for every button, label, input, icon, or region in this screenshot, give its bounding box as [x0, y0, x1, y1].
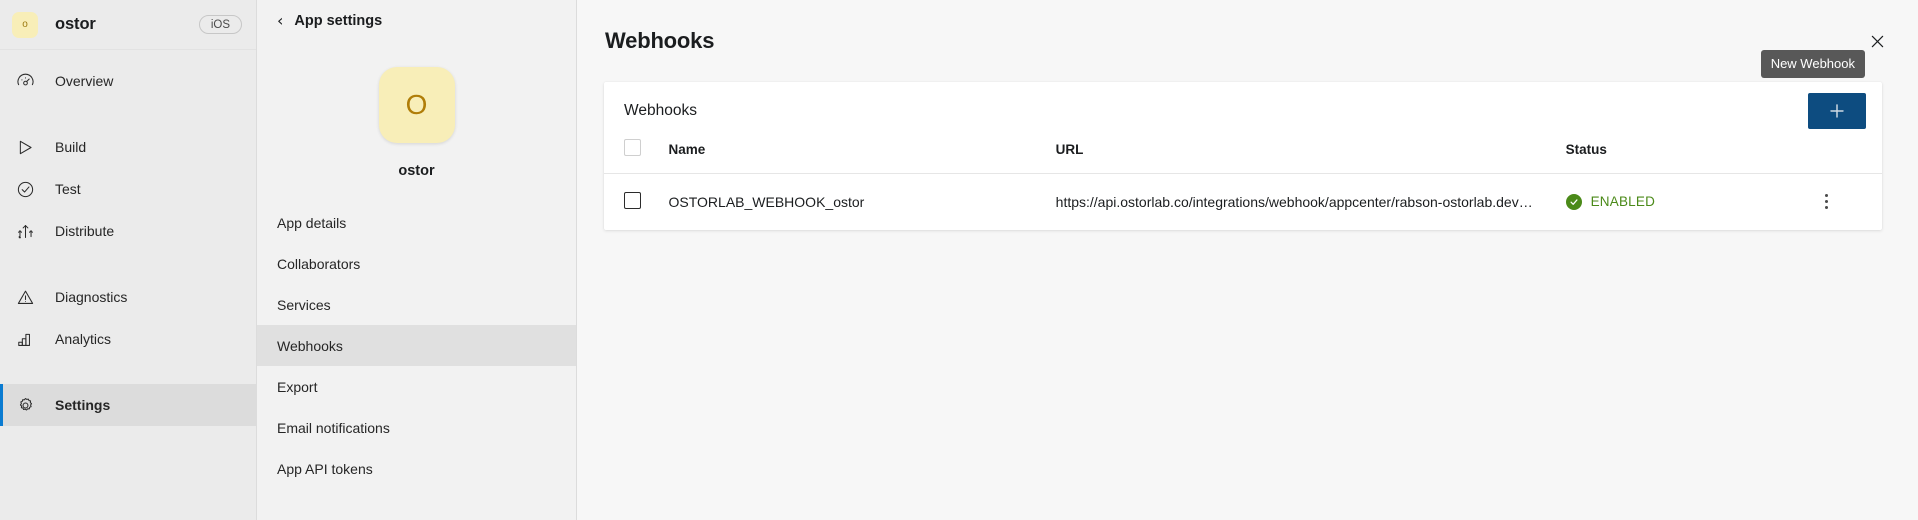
menu-item-label: Collaborators — [277, 255, 361, 272]
app-icon-letter: O — [405, 89, 428, 120]
app-name-label: ostor — [55, 15, 96, 33]
sidebar-item-label: Build — [55, 139, 87, 155]
sidebar-item-diagnostics[interactable]: Diagnostics — [0, 276, 256, 318]
table-row[interactable]: OSTORLAB_WEBHOOK_ostor https://api.ostor… — [604, 174, 1882, 230]
distribute-icon — [12, 218, 38, 244]
close-icon[interactable] — [1860, 24, 1894, 58]
app-settings-header[interactable]: ‹ App settings — [257, 0, 576, 42]
column-header-url: URL — [1055, 139, 1566, 174]
sidebar-item-label: Analytics — [55, 331, 112, 347]
row-checkbox[interactable] — [624, 191, 641, 209]
settings-menu-services[interactable]: Services — [257, 284, 576, 325]
cell-url: https://api.ostorlab.co/integrations/web… — [1056, 174, 1566, 230]
settings-menu-app-details[interactable]: App details — [257, 202, 576, 243]
settings-menu-webhooks[interactable]: Webhooks — [257, 325, 576, 366]
kebab-menu-icon[interactable] — [1815, 194, 1837, 210]
nav-divider-2 — [0, 252, 256, 276]
sidebar-item-label: Test — [55, 181, 81, 197]
kebab-dot — [1824, 194, 1828, 198]
webhooks-table: Name URL Status OSTORLAB_WEBHOOK_ostor h… — [604, 139, 1882, 230]
app-root: o ostor iOS Overview Build Test Distribu… — [0, 0, 1918, 520]
platform-badge: iOS — [198, 15, 242, 34]
select-all-checkbox[interactable] — [624, 139, 641, 156]
kebab-dot — [1824, 206, 1828, 210]
check-circle-icon — [12, 176, 38, 202]
gauge-icon — [12, 68, 38, 94]
sidebar-item-analytics[interactable]: Analytics — [0, 318, 256, 360]
app-header[interactable]: o ostor iOS — [0, 0, 256, 50]
bar-chart-icon — [12, 326, 38, 352]
app-settings-menu: App details Collaborators Services Webho… — [257, 202, 576, 489]
sidebar-item-overview[interactable]: Overview — [0, 60, 256, 102]
cell-actions — [1815, 174, 1882, 230]
nav-list: Overview Build Test Distribute Diagnosti… — [0, 50, 256, 426]
kebab-dot — [1824, 200, 1828, 204]
gear-icon — [12, 392, 38, 418]
app-title: ostor — [398, 163, 435, 179]
status-badge: ENABLED — [1565, 193, 1816, 210]
select-all-header — [604, 139, 669, 174]
check-circle-filled-icon — [1565, 193, 1582, 210]
webhooks-table-head: Name URL Status — [604, 139, 1882, 174]
card-title: Webhooks — [624, 101, 697, 119]
webhooks-card-header: Webhooks New Webhook — [604, 50, 1882, 139]
main-content: Webhooks Webhooks New Webhook Name URL S… — [577, 0, 1918, 520]
nav-divider-3 — [0, 360, 256, 384]
settings-menu-email-notifications[interactable]: Email notifications — [257, 407, 576, 448]
app-settings-panel: ‹ App settings O ostor App details Colla… — [257, 0, 577, 520]
webhooks-card: Webhooks New Webhook Name URL Status OST… — [604, 50, 1882, 230]
sidebar-item-build[interactable]: Build — [0, 126, 256, 168]
menu-item-label: App API tokens — [277, 460, 373, 477]
cell-name: OSTORLAB_WEBHOOK_ostor — [668, 193, 865, 210]
menu-item-label: Webhooks — [277, 337, 343, 354]
menu-item-label: Email notifications — [277, 419, 390, 436]
chevron-left-icon[interactable]: ‹ — [277, 13, 283, 29]
status-label: ENABLED — [1590, 194, 1656, 210]
webhooks-table-body: OSTORLAB_WEBHOOK_ostor https://api.ostor… — [604, 174, 1882, 230]
webhook-url-text: https://api.ostorlab.co/integrations/web… — [1055, 193, 1536, 210]
warning-triangle-icon — [12, 284, 38, 310]
plus-icon — [1830, 104, 1844, 118]
row-select-cell — [604, 174, 669, 230]
new-webhook-button[interactable] — [1808, 93, 1866, 129]
settings-menu-export[interactable]: Export — [257, 366, 576, 407]
main-header: Webhooks — [577, 0, 1918, 82]
page-title: Webhooks — [605, 28, 715, 53]
app-identity-block: O ostor — [257, 42, 576, 179]
nav-divider-1 — [0, 102, 256, 126]
settings-menu-app-api-tokens[interactable]: App API tokens — [257, 448, 576, 489]
app-thumbnail: o — [12, 11, 38, 38]
app-icon: O — [378, 67, 455, 143]
table-header-row: Name URL Status — [604, 139, 1882, 174]
new-webhook-tooltip: New Webhook — [1760, 50, 1865, 78]
cell-status: ENABLED — [1565, 174, 1816, 230]
sidebar-item-label: Overview — [55, 73, 114, 89]
sidebar-item-settings[interactable]: Settings — [0, 384, 256, 426]
menu-item-label: App details — [277, 214, 347, 231]
column-header-status: Status — [1565, 139, 1816, 174]
settings-menu-collaborators[interactable]: Collaborators — [257, 243, 576, 284]
sidebar-item-test[interactable]: Test — [0, 168, 256, 210]
menu-item-label: Services — [277, 296, 331, 313]
app-settings-title: App settings — [294, 13, 383, 29]
column-header-name: Name — [668, 139, 1056, 174]
column-header-actions — [1815, 139, 1882, 174]
sidebar-item-label: Diagnostics — [55, 289, 128, 305]
menu-item-label: Export — [277, 378, 318, 395]
sidebar-item-label: Distribute — [55, 223, 115, 239]
sidebar-item-distribute[interactable]: Distribute — [0, 210, 256, 252]
sidebar-item-label: Settings — [55, 397, 111, 413]
app-thumbnail-letter: o — [22, 19, 28, 30]
play-icon — [12, 134, 38, 160]
left-navigation: o ostor iOS Overview Build Test Distribu… — [0, 0, 257, 520]
